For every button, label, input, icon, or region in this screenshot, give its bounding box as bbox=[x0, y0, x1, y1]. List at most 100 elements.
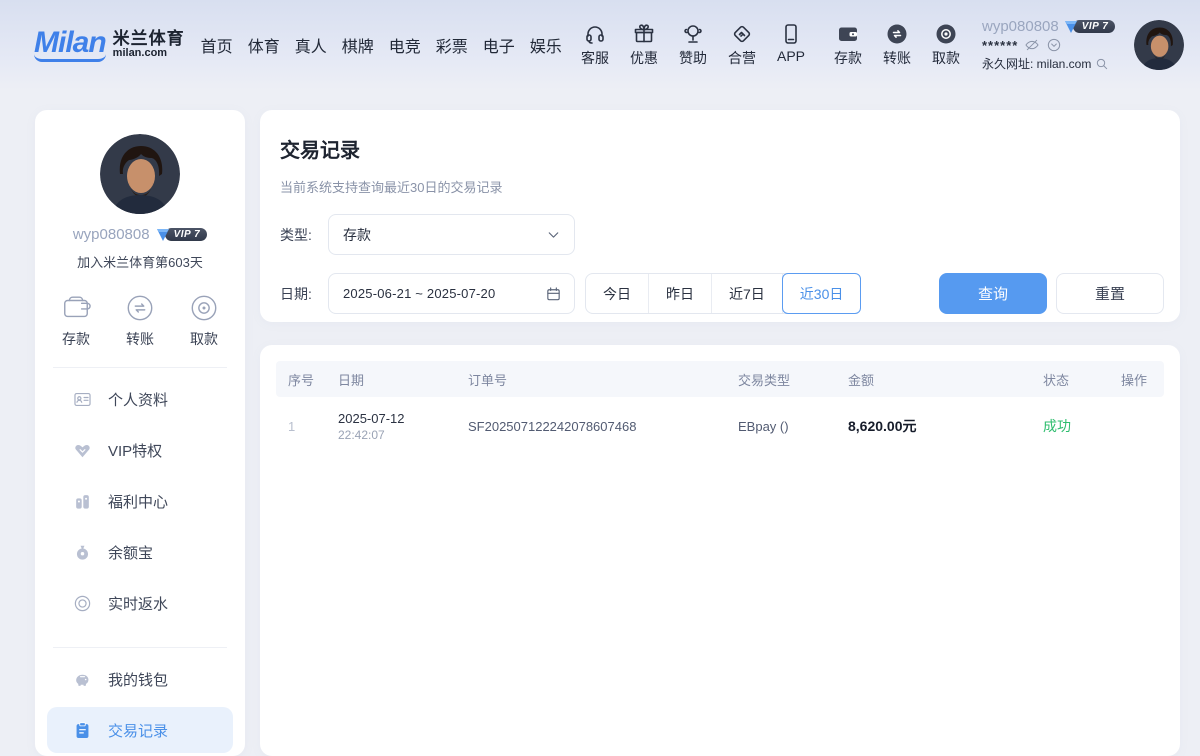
main-nav: 首页 体育 真人 棋牌 电竞 彩票 电子 娱乐 bbox=[201, 33, 562, 57]
vip-badge: VIP 7 bbox=[1063, 20, 1116, 34]
withdraw-filled-icon bbox=[934, 22, 958, 46]
eye-off-icon[interactable] bbox=[1024, 37, 1040, 53]
top-navbar: Milan 米兰体育 milan.com 首页 体育 真人 棋牌 电竞 彩票 电… bbox=[0, 0, 1200, 90]
nav-sports[interactable]: 体育 bbox=[248, 33, 280, 57]
magnifier-icon[interactable] bbox=[1094, 56, 1110, 72]
col-status: 状态 bbox=[1043, 370, 1121, 389]
type-label: 类型: bbox=[280, 225, 328, 245]
col-action: 操作 bbox=[1121, 370, 1152, 389]
nav-slots[interactable]: 电子 bbox=[483, 33, 515, 57]
vip-gem-icon bbox=[1063, 20, 1079, 34]
sidebar-transfer-button[interactable]: 转账 bbox=[125, 293, 155, 349]
sidebar-vip-level-text: VIP 7 bbox=[165, 228, 208, 241]
wallet-icon bbox=[61, 293, 91, 323]
col-order-no: 订单号 bbox=[468, 370, 738, 389]
nav-esports[interactable]: 电竞 bbox=[389, 33, 421, 57]
headset-icon bbox=[583, 22, 607, 46]
user-avatar[interactable] bbox=[1134, 20, 1184, 70]
date-label: 日期: bbox=[280, 284, 328, 304]
page-subtitle: 当前系统支持查询最近30日的交易记录 bbox=[280, 177, 1164, 196]
range-yesterday-button[interactable]: 昨日 bbox=[649, 274, 712, 313]
nav-cards[interactable]: 棋牌 bbox=[342, 33, 374, 57]
nav-entertainment[interactable]: 娱乐 bbox=[530, 33, 562, 57]
cell-amount: 8,620.00元 bbox=[848, 416, 1043, 436]
chevron-down-icon bbox=[545, 226, 562, 243]
gift-icon bbox=[632, 22, 656, 46]
type-select[interactable]: 存款 bbox=[328, 214, 575, 255]
col-type: 交易类型 bbox=[738, 370, 848, 389]
sidebar-item-wallet[interactable]: 我的钱包 bbox=[35, 654, 245, 705]
date-range-value: 2025-06-21 ~ 2025-07-20 bbox=[343, 286, 495, 301]
sidebar-item-welfare[interactable]: 福利中心 bbox=[35, 476, 245, 527]
site-logo[interactable]: Milan 米兰体育 milan.com bbox=[34, 28, 185, 62]
range-7days-button[interactable]: 近7日 bbox=[712, 274, 783, 313]
vip-level-text: VIP 7 bbox=[1073, 20, 1116, 33]
col-index: 序号 bbox=[288, 370, 338, 389]
sidebar-deposit-button[interactable]: 存款 bbox=[61, 293, 91, 349]
promotions-button[interactable]: 优惠 bbox=[626, 22, 662, 68]
transfer-filled-icon bbox=[885, 22, 909, 46]
header-quick-icons: 客服 优惠 赞助 合营 APP 存款 bbox=[577, 22, 964, 68]
sidebar-item-yuebao[interactable]: 余额宝 bbox=[35, 527, 245, 578]
sidebar-quick-actions: 存款 转账 取款 bbox=[35, 293, 245, 349]
sidebar-menu-bottom: 我的钱包 交易记录 bbox=[35, 654, 245, 753]
col-amount: 金额 bbox=[848, 370, 1043, 389]
app-download-button[interactable]: APP bbox=[773, 22, 809, 64]
piggy-bank-icon bbox=[73, 670, 92, 689]
range-30days-button[interactable]: 近30日 bbox=[782, 273, 862, 314]
joined-days-text: 加入米兰体育第603天 bbox=[35, 252, 245, 271]
transaction-filter-panel: 交易记录 当前系统支持查询最近30日的交易记录 类型: 存款 日期: 2025-… bbox=[260, 110, 1180, 322]
customer-service-button[interactable]: 客服 bbox=[577, 22, 613, 68]
sidebar-item-rebate[interactable]: 实时返水 bbox=[35, 578, 245, 629]
query-button[interactable]: 查询 bbox=[939, 273, 1047, 314]
phone-icon bbox=[779, 22, 803, 46]
profile-sidebar: wyp080808 VIP 7 加入米兰体育第603天 存款 转账 取款 bbox=[35, 110, 245, 756]
page-title: 交易记录 bbox=[280, 134, 1164, 163]
col-date: 日期 bbox=[338, 370, 468, 389]
masked-balance-text: ****** bbox=[982, 38, 1018, 53]
cell-date-day: 2025-07-12 bbox=[338, 411, 468, 426]
permanent-url-text: 永久网址: milan.com bbox=[982, 55, 1091, 72]
date-range-input[interactable]: 2025-06-21 ~ 2025-07-20 bbox=[328, 273, 575, 314]
transfer-button[interactable]: 转账 bbox=[879, 22, 915, 68]
cell-status: 成功 bbox=[1043, 416, 1121, 436]
user-info-block: wyp080808 VIP 7 ****** 永久网址: milan.com bbox=[982, 18, 1122, 72]
withdraw-button[interactable]: 取款 bbox=[928, 22, 964, 68]
money-bag-icon bbox=[73, 543, 92, 562]
date-filter-row: 日期: 2025-06-21 ~ 2025-07-20 今日 昨日 近7日 近3… bbox=[280, 273, 1164, 314]
chevron-down-circle-icon[interactable] bbox=[1046, 37, 1062, 53]
nav-lottery[interactable]: 彩票 bbox=[436, 33, 468, 57]
sidebar-item-vip[interactable]: VIP特权 bbox=[35, 425, 245, 476]
type-filter-row: 类型: 存款 bbox=[280, 214, 1164, 255]
cell-index: 1 bbox=[288, 419, 338, 434]
username-text[interactable]: wyp080808 bbox=[982, 18, 1059, 35]
reset-button[interactable]: 重置 bbox=[1056, 273, 1164, 314]
wallet-filled-icon bbox=[836, 22, 860, 46]
sidebar-withdraw-button[interactable]: 取款 bbox=[189, 293, 219, 349]
clipboard-icon bbox=[73, 721, 92, 740]
nav-home[interactable]: 首页 bbox=[201, 33, 233, 57]
sidebar-vip-badge: VIP 7 bbox=[155, 228, 208, 242]
table-row: 1 2025-07-12 22:42:07 SF2025071222420786… bbox=[276, 397, 1164, 455]
logo-domain-text: milan.com bbox=[113, 48, 185, 60]
id-card-icon bbox=[73, 390, 92, 409]
withdraw-icon bbox=[189, 293, 219, 323]
page: Milan 米兰体育 milan.com 首页 体育 真人 棋牌 电竞 彩票 电… bbox=[0, 0, 1200, 756]
rebate-icon bbox=[73, 594, 92, 613]
logo-script-text: Milan bbox=[34, 28, 106, 62]
sidebar-username-text: wyp080808 bbox=[73, 226, 150, 243]
cell-type: EBpay () bbox=[738, 419, 848, 434]
deposit-button[interactable]: 存款 bbox=[830, 22, 866, 68]
calendar-icon bbox=[545, 285, 562, 302]
sidebar-item-transactions[interactable]: 交易记录 bbox=[47, 707, 233, 753]
sponsor-button[interactable]: 赞助 bbox=[675, 22, 711, 68]
range-today-button[interactable]: 今日 bbox=[586, 274, 649, 313]
affiliate-button[interactable]: 合营 bbox=[724, 22, 760, 68]
sidebar-item-profile[interactable]: 个人资料 bbox=[35, 374, 245, 425]
cell-date-time: 22:42:07 bbox=[338, 428, 468, 442]
sidebar-divider bbox=[53, 647, 227, 648]
nav-live[interactable]: 真人 bbox=[295, 33, 327, 57]
profile-avatar bbox=[100, 134, 180, 214]
quick-range-group: 今日 昨日 近7日 近30日 bbox=[585, 273, 861, 314]
cell-date: 2025-07-12 22:42:07 bbox=[338, 411, 468, 442]
